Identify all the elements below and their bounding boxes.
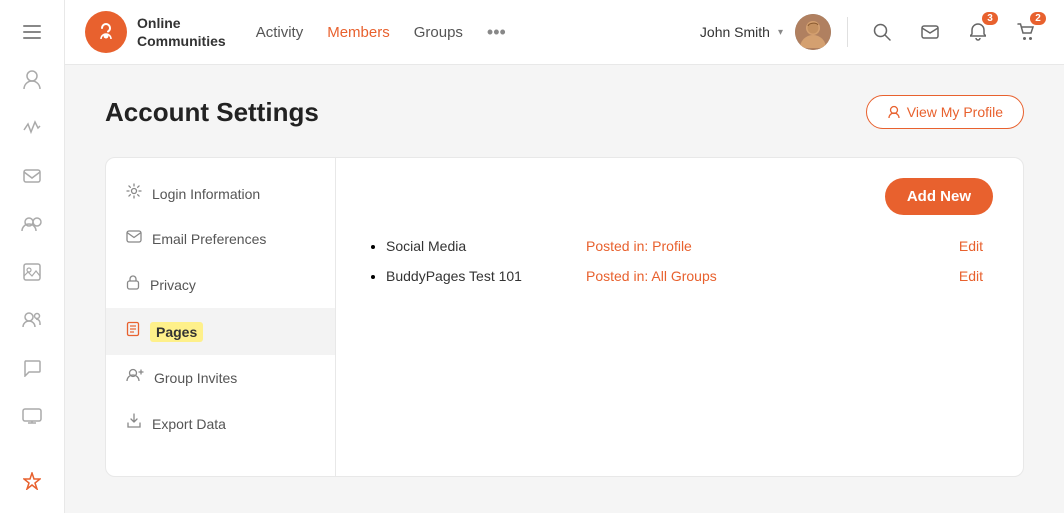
export-data-label: Export Data xyxy=(152,416,226,432)
logo-text: Online Communities xyxy=(137,14,226,50)
export-icon xyxy=(126,413,142,434)
settings-sidebar-pages[interactable]: Pages xyxy=(106,308,335,355)
page-content: Account Settings View My Profile Login I… xyxy=(65,65,1064,513)
settings-sidebar-group-invites[interactable]: Group Invites xyxy=(106,355,335,400)
pages-list: Social Media Posted in: Profile Edit Bud… xyxy=(366,238,993,284)
settings-sidebar-export[interactable]: Export Data xyxy=(106,400,335,447)
chevron-down-icon: ▾ xyxy=(778,27,783,38)
notification-badge: 3 xyxy=(982,12,998,25)
settings-main: Add New Social Media Posted in: Profile … xyxy=(336,158,1023,476)
nav-link-activity[interactable]: Activity xyxy=(256,24,304,41)
logo-area: Online Communities xyxy=(85,11,226,53)
settings-sidebar-login[interactable]: Login Information xyxy=(106,170,335,217)
sidebar-item-groups[interactable] xyxy=(12,204,52,244)
email-preferences-label: Email Preferences xyxy=(152,231,266,247)
pages-icon xyxy=(126,321,140,342)
nav-more-dots[interactable]: ••• xyxy=(487,22,506,43)
settings-sidebar-privacy[interactable]: Privacy xyxy=(106,261,335,308)
cart-button[interactable]: 2 xyxy=(1008,14,1044,50)
page-header: Account Settings View My Profile xyxy=(105,95,1024,129)
logo-icon xyxy=(85,11,127,53)
user-info[interactable]: John Smith ▾ xyxy=(700,24,783,40)
nav-link-groups[interactable]: Groups xyxy=(414,24,463,41)
lock-icon xyxy=(126,274,140,295)
nav-link-members[interactable]: Members xyxy=(327,24,390,41)
sidebar-item-alerts[interactable] xyxy=(12,461,52,501)
page-list-item: BuddyPages Test 101 Posted in: All Group… xyxy=(386,268,993,284)
page-edit-buddypages[interactable]: Edit xyxy=(959,268,993,284)
login-information-label: Login Information xyxy=(152,186,260,202)
page-posted-profile: Posted in: Profile xyxy=(586,238,692,254)
page-list-item: Social Media Posted in: Profile Edit xyxy=(386,238,993,254)
settings-panel: Login Information Email Preferences Priv… xyxy=(105,157,1024,477)
main-wrapper: Online Communities Activity Members Grou… xyxy=(65,0,1064,513)
nav-right: John Smith ▾ 3 xyxy=(700,14,1044,50)
avatar[interactable] xyxy=(795,14,831,50)
view-profile-label: View My Profile xyxy=(907,104,1003,120)
settings-sidebar-email[interactable]: Email Preferences xyxy=(106,217,335,261)
notifications-button[interactable]: 3 xyxy=(960,14,996,50)
email-icon xyxy=(126,230,142,248)
topnav: Online Communities Activity Members Grou… xyxy=(65,0,1064,65)
sidebar-item-members[interactable] xyxy=(12,300,52,340)
sidebar-item-activity[interactable] xyxy=(12,108,52,148)
page-edit-social-media[interactable]: Edit xyxy=(959,238,993,254)
page-title: Account Settings xyxy=(105,97,319,128)
page-name-buddypages: BuddyPages Test 101 xyxy=(386,268,566,284)
search-button[interactable] xyxy=(864,14,900,50)
user-name: John Smith xyxy=(700,24,770,40)
pages-label: Pages xyxy=(150,322,203,342)
group-invites-label: Group Invites xyxy=(154,370,237,386)
sidebar-item-screen[interactable] xyxy=(12,396,52,436)
sidebar-item-menu[interactable] xyxy=(12,12,52,52)
inbox-button[interactable] xyxy=(912,14,948,50)
privacy-label: Privacy xyxy=(150,277,196,293)
add-new-button[interactable]: Add New xyxy=(885,178,993,215)
group-invites-icon xyxy=(126,368,144,387)
cart-badge: 2 xyxy=(1030,12,1046,25)
nav-divider xyxy=(847,17,848,47)
nav-links: Activity Members Groups ••• xyxy=(256,22,680,43)
page-posted-allgroups: Posted in: All Groups xyxy=(586,268,717,284)
left-sidebar xyxy=(0,0,65,513)
view-profile-button[interactable]: View My Profile xyxy=(866,95,1024,129)
sidebar-item-profile[interactable] xyxy=(12,60,52,100)
sidebar-item-chat[interactable] xyxy=(12,348,52,388)
sidebar-item-media[interactable] xyxy=(12,252,52,292)
sidebar-item-inbox[interactable] xyxy=(12,156,52,196)
gear-icon xyxy=(126,183,142,204)
page-name-social-media: Social Media xyxy=(386,238,566,254)
settings-sidebar: Login Information Email Preferences Priv… xyxy=(106,158,336,476)
